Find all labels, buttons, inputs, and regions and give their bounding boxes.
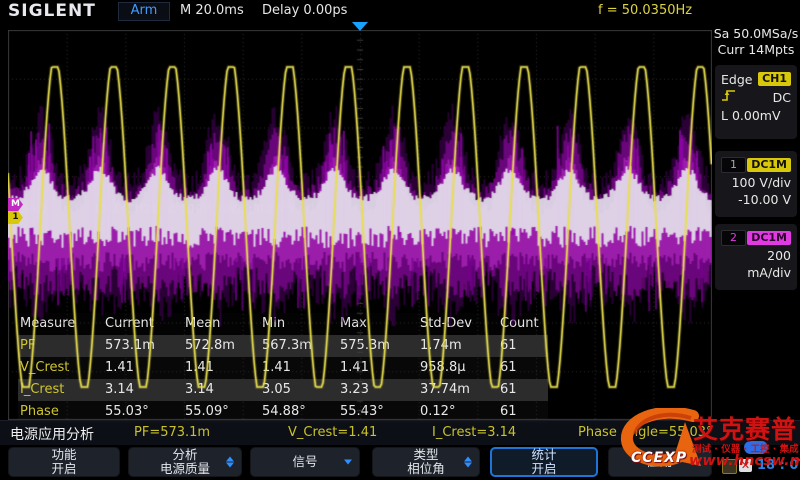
status-vcrest: V_Crest=1.41 bbox=[288, 425, 377, 440]
measure-value: 37.74m bbox=[418, 379, 498, 401]
channel2-coupling-badge: DC1M bbox=[747, 231, 791, 245]
measure-value: 61 bbox=[498, 379, 548, 401]
trigger-coupling: DC bbox=[773, 90, 791, 105]
delay-readout[interactable]: Delay 0.00ps bbox=[262, 3, 347, 18]
updown-arrow-icon bbox=[226, 457, 234, 468]
down-arrow-icon bbox=[344, 460, 352, 465]
measure-value: 575.3m bbox=[338, 335, 418, 357]
measure-value: 1.41 bbox=[338, 357, 418, 379]
measure-value: 55.09° bbox=[183, 401, 260, 423]
menu-analysis-button[interactable]: 分析电源质量 bbox=[128, 447, 242, 477]
measure-value: 61 bbox=[498, 401, 548, 423]
timebase-readout[interactable]: M 20.0ms bbox=[180, 3, 244, 18]
measure-value: 55.43° bbox=[338, 401, 418, 423]
oscilloscope-screen: SIGLENT Arm M 20.0ms Delay 0.00ps f = 50… bbox=[0, 0, 800, 480]
measure-row-label-i_crest: I_Crest bbox=[18, 379, 103, 401]
menu-label-line2: 开启 bbox=[51, 462, 76, 476]
measure-value: 573.1m bbox=[103, 335, 183, 357]
sample-rate: Sa 50.0MSa/s bbox=[712, 26, 800, 42]
menu-label-line2: 开启 bbox=[531, 462, 556, 476]
top-bar: SIGLENT Arm M 20.0ms Delay 0.00ps f = 50… bbox=[0, 0, 800, 22]
acquisition-info: Sa 50.0MSa/s Curr 14Mpts bbox=[712, 22, 800, 58]
measure-value: 3.14 bbox=[103, 379, 183, 401]
measure-value: 567.3m bbox=[260, 335, 338, 357]
menu-label-line1: 分析 bbox=[172, 448, 197, 462]
updown-arrow-icon bbox=[464, 457, 472, 468]
channel2-number: 2 bbox=[721, 230, 746, 246]
table-header-mean: Mean bbox=[183, 313, 260, 335]
status-icrest: I_Crest=3.14 bbox=[432, 425, 516, 440]
measure-value: 61 bbox=[498, 357, 548, 379]
menu-statistics-button[interactable]: 统计开启 bbox=[490, 447, 598, 477]
clock: 18 : 07 bbox=[757, 458, 800, 473]
table-header-count: Count bbox=[498, 313, 548, 335]
status-pf: PF=573.1m bbox=[134, 425, 210, 440]
printer-error-icon[interactable]: ✕ bbox=[739, 459, 752, 472]
measure-value: 0.12° bbox=[418, 401, 498, 423]
measure-value: 1.41 bbox=[183, 357, 260, 379]
app-title: 电源应用分析 bbox=[10, 424, 94, 444]
table-header-std-dev: Std-Dev bbox=[418, 313, 498, 335]
measure-row-label-phase: Phase bbox=[18, 401, 103, 423]
measure-value: 1.41 bbox=[103, 357, 183, 379]
measure-row-label-pf: PF bbox=[18, 335, 103, 357]
menu-label-line1: 信号 bbox=[292, 455, 317, 469]
memory-depth: Curr 14Mpts bbox=[712, 42, 800, 58]
table-header-current: Current bbox=[103, 313, 183, 335]
trigger-level: L 0.00mV bbox=[721, 108, 781, 123]
menu-label-line1: 功能 bbox=[51, 448, 76, 462]
menu-label-line2: 电源质量 bbox=[160, 462, 210, 476]
run-state-indicator[interactable]: Arm bbox=[118, 2, 170, 21]
trigger-mode: Edge bbox=[721, 72, 752, 87]
menu-type-button[interactable]: 类型相位角 bbox=[372, 447, 480, 477]
measurement-table: MeasureCurrentMeanMinMaxStd-DevCountPF57… bbox=[18, 313, 548, 423]
math-expression: CH1*CH2 bbox=[95, 202, 151, 216]
brand-logo: SIGLENT bbox=[8, 1, 96, 21]
channel1-scale: 100 V/div bbox=[721, 174, 791, 191]
menu-function-button[interactable]: 功能开启 bbox=[8, 447, 120, 477]
menu-label-line1: 统计 bbox=[531, 448, 556, 462]
menu-label-line2: 相位角 bbox=[407, 462, 445, 476]
storage-icon[interactable] bbox=[722, 459, 737, 474]
right-sidebar: Sa 50.0MSa/s Curr 14Mpts Edge CH1 DC L 0… bbox=[712, 22, 800, 420]
waveform-grid: MATH CH1*CH2 DIV: 100W/div POS: 0.00W Me… bbox=[8, 30, 712, 420]
table-header-max: Max bbox=[338, 313, 418, 335]
usb-device-icon bbox=[744, 441, 768, 454]
math-name: MATH bbox=[18, 202, 52, 216]
math-position: POS: 0.00W bbox=[224, 202, 295, 216]
measure-value: 3.14 bbox=[183, 379, 260, 401]
channel1-number: 1 bbox=[721, 157, 746, 173]
measure-value: 55.03° bbox=[103, 401, 183, 423]
measure-value: 958.8µ bbox=[418, 357, 498, 379]
measure-value: 3.05 bbox=[260, 379, 338, 401]
table-header-measure: Measure bbox=[18, 313, 103, 335]
measure-row-label-v_crest: V_Crest bbox=[18, 357, 103, 379]
menu-label-line1: 类型 bbox=[413, 448, 438, 462]
channel1-coupling-badge: DC1M bbox=[747, 158, 791, 172]
measure-value: 572.8m bbox=[183, 335, 260, 357]
channel2-panel[interactable]: 2 DC1M 200 mA/div bbox=[715, 224, 797, 290]
menu-label-line1: 应用 bbox=[647, 455, 672, 469]
measure-value: 1.74m bbox=[418, 335, 498, 357]
table-header-min: Min bbox=[260, 313, 338, 335]
measure-value: 1.41 bbox=[260, 357, 338, 379]
status-bar: 电源应用分析 PF=573.1m V_Crest=1.41 I_Crest=3.… bbox=[0, 420, 800, 445]
rising-edge-icon bbox=[721, 89, 736, 105]
trigger-source-badge: CH1 bbox=[758, 72, 791, 86]
measure-value: 3.23 bbox=[338, 379, 418, 401]
measure-value: 54.88° bbox=[260, 401, 338, 423]
trigger-panel[interactable]: Edge CH1 DC L 0.00mV bbox=[715, 65, 797, 139]
channel2-scale: 200 mA/div bbox=[721, 247, 791, 264]
trigger-position-marker[interactable] bbox=[352, 22, 368, 31]
channel1-offset: -10.00 V bbox=[721, 191, 791, 208]
measure-value: 61 bbox=[498, 335, 548, 357]
channel1-panel[interactable]: 1 DC1M 100 V/div -10.00 V bbox=[715, 151, 797, 217]
menu-apply-button[interactable]: 应用 bbox=[608, 447, 712, 477]
frequency-counter: f = 50.0350Hz bbox=[598, 3, 692, 18]
menu-signal-button[interactable]: 信号 bbox=[250, 447, 360, 477]
status-phase: Phase Angle=55.03° bbox=[578, 425, 713, 440]
